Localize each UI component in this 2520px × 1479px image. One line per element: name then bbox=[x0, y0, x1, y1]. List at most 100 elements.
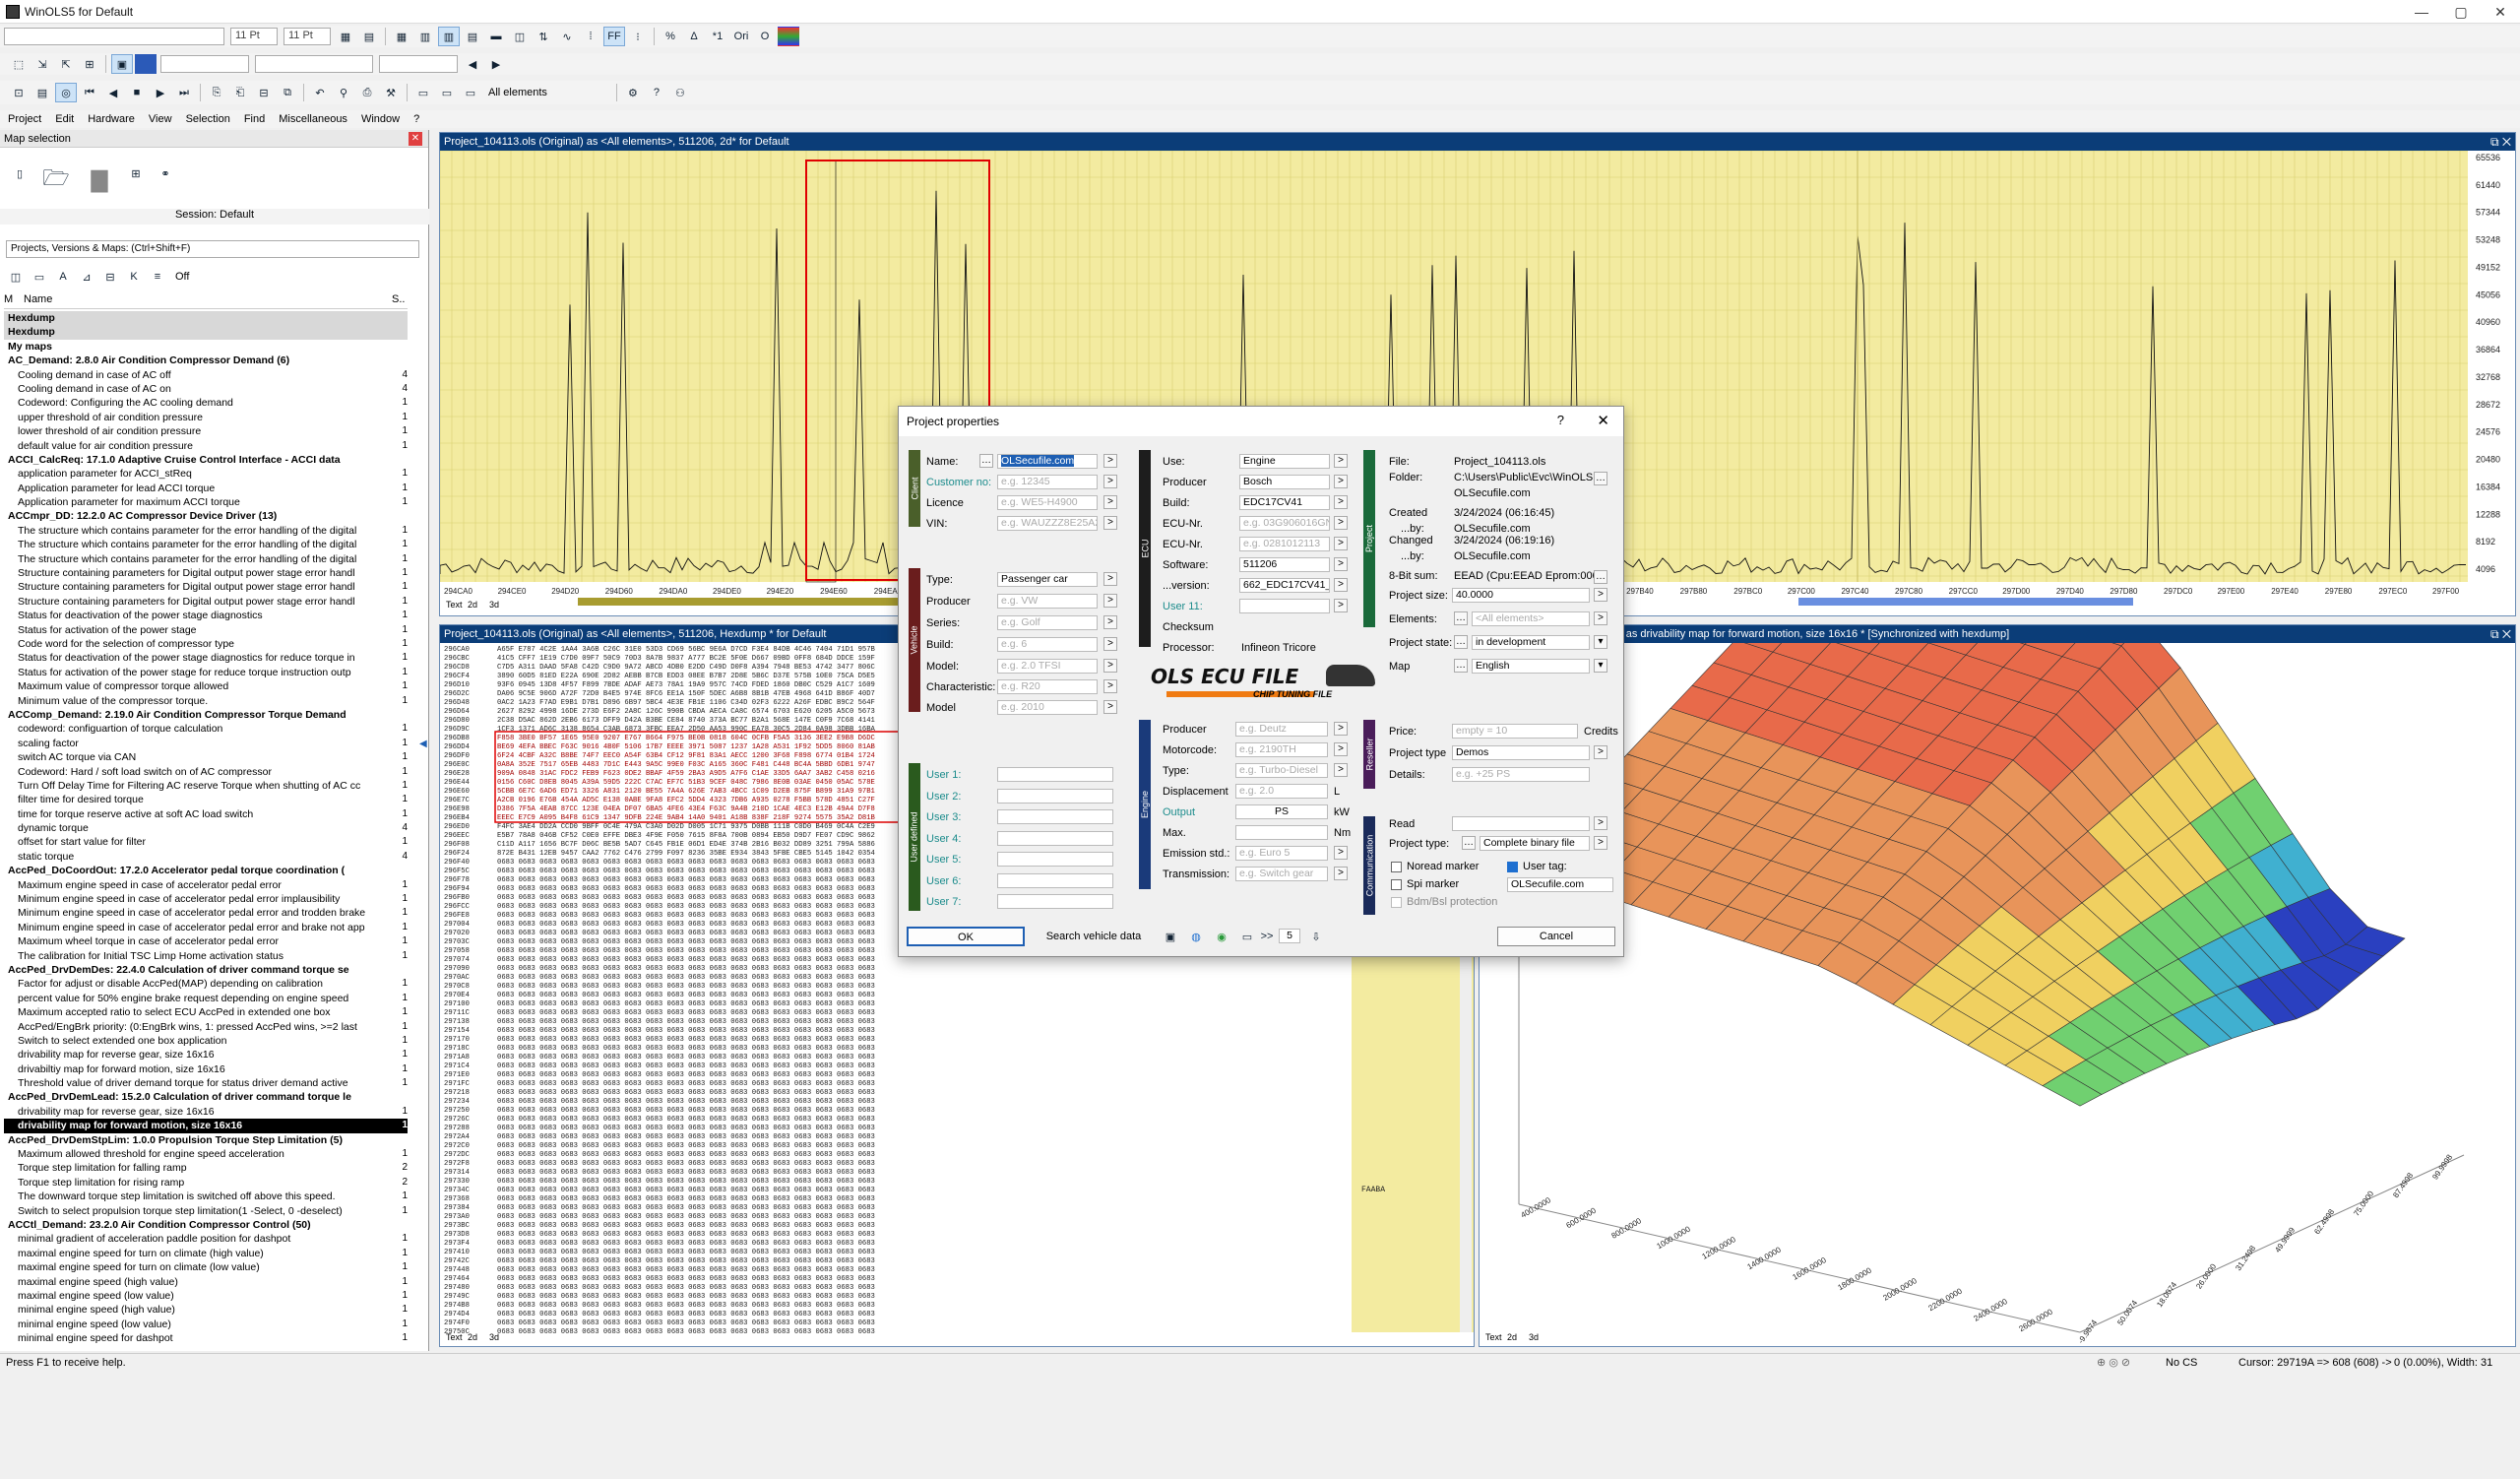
hex-row-values[interactable]: 0AC2 1A23 F7AD E9B1 D7B1 D896 6B97 5BC4 … bbox=[497, 699, 875, 707]
map-row[interactable]: Status for activation of the power stage… bbox=[4, 623, 408, 637]
rows-icon[interactable]: ▤ bbox=[462, 27, 483, 46]
build-go-button[interactable]: > bbox=[1103, 637, 1117, 651]
map-row[interactable]: The structure which contains parameter f… bbox=[4, 552, 408, 566]
map-row[interactable]: maximal engine speed for turn on climate… bbox=[4, 1260, 408, 1274]
filter-icon-2[interactable]: ▭ bbox=[29, 267, 50, 287]
font-size-a[interactable]: 11 Pt bbox=[230, 28, 278, 45]
open-icon[interactable]: ⬚ bbox=[8, 54, 30, 74]
map-row[interactable]: Codeword: Hard / soft load switch on of … bbox=[4, 765, 408, 779]
hilo-icon[interactable]: ⇅ bbox=[533, 27, 554, 46]
software-input[interactable]: 511206 bbox=[1239, 557, 1330, 572]
ecu-producer-input[interactable]: Bosch bbox=[1239, 475, 1330, 489]
price-input[interactable]: empty = 10 bbox=[1452, 724, 1578, 739]
map-3d-plot[interactable]: 60.000400.0000600.0000800.00001000.00001… bbox=[1480, 643, 2515, 1346]
map-row[interactable]: drivability map for forward motion, size… bbox=[4, 1119, 408, 1133]
paste-icon[interactable]: ⎗ bbox=[229, 83, 251, 102]
value-field[interactable] bbox=[160, 55, 249, 73]
hex-row-values[interactable]: 0683 0683 0683 0683 0683 0683 0683 0683 … bbox=[497, 1160, 875, 1168]
hex-row-values[interactable]: EEEC E7C9 A095 B4F8 61C9 1347 9DFB 224E … bbox=[497, 814, 876, 822]
last-icon[interactable]: ⏭ bbox=[173, 83, 195, 102]
hex-row-values[interactable]: 0683 0683 0683 0683 0683 0683 0683 0683 … bbox=[497, 1045, 875, 1053]
build-input[interactable]: e.g. 6 bbox=[997, 637, 1098, 652]
split-icon[interactable]: ◫ bbox=[509, 27, 531, 46]
output-ps-input[interactable]: PS bbox=[1235, 804, 1328, 819]
model-go-button[interactable]: > bbox=[1103, 659, 1117, 673]
engine-producer-go-button[interactable]: > bbox=[1334, 722, 1348, 736]
menu-help[interactable]: ? bbox=[413, 113, 419, 125]
import-icon[interactable]: ⇲ bbox=[32, 54, 53, 74]
map3-icon[interactable]: ▭ bbox=[460, 83, 481, 102]
map-group-row[interactable]: ACCmpr_DD: 12.2.0 AC Compressor Device D… bbox=[4, 509, 408, 523]
bookmark-icon[interactable]: ▤ bbox=[32, 83, 53, 102]
view-tab[interactable]: 3d bbox=[1529, 1332, 1539, 1342]
map-row[interactable]: Cooling demand in case of AC on 4 bbox=[4, 382, 408, 396]
image-icon[interactable]: ▣ bbox=[1160, 927, 1181, 946]
hex-row-values[interactable]: C11D A117 1656 BC7F D06C BE5B 5AD7 C645 … bbox=[497, 841, 875, 849]
size-go-button[interactable]: > bbox=[1594, 588, 1607, 602]
menu-find[interactable]: Find bbox=[244, 113, 265, 125]
map-group-row[interactable]: ACCI_CalcReq: 17.1.0 Adaptive Cruise Con… bbox=[4, 453, 408, 467]
map-group-row[interactable]: ACCtl_Demand: 23.2.0 Air Condition Compr… bbox=[4, 1218, 408, 1232]
view-icon[interactable]: ▣ bbox=[111, 54, 133, 74]
map-row[interactable]: Maximum value of compressor torque allow… bbox=[4, 679, 408, 693]
menu-hardware[interactable]: Hardware bbox=[88, 113, 135, 125]
undo-icon[interactable]: ↶ bbox=[309, 83, 331, 102]
web-icon[interactable]: ◉ bbox=[1211, 927, 1232, 946]
hex-row-values[interactable]: 0683 0683 0683 0683 0683 0683 0683 0683 … bbox=[497, 1311, 875, 1318]
hex-row-values[interactable]: 0683 0683 0683 0683 0683 0683 0683 0683 … bbox=[497, 1204, 875, 1212]
col-name[interactable]: Name bbox=[18, 293, 392, 308]
bars-icon[interactable]: ▬ bbox=[485, 27, 507, 46]
menu-window[interactable]: Window bbox=[361, 113, 400, 125]
hex-row-values[interactable]: 6F24 4CBF A32C B8BE 74F7 EEC0 A54F 63B4 … bbox=[497, 752, 875, 760]
map-row[interactable]: offset for start value for filter 1 bbox=[4, 835, 408, 849]
max-input[interactable] bbox=[1235, 825, 1328, 840]
user-field-input[interactable] bbox=[997, 809, 1113, 824]
orig2-icon[interactable]: O bbox=[754, 27, 776, 46]
link-icon[interactable]: ⚭ bbox=[155, 163, 176, 183]
map-group-row[interactable]: ACComp_Demand: 2.19.0 Air Condition Comp… bbox=[4, 708, 408, 722]
window-3d-buttons[interactable]: ⧉ ✕ bbox=[2490, 625, 2511, 643]
tree-icon[interactable]: ⊞ bbox=[79, 54, 100, 74]
usertag-checkbox[interactable] bbox=[1507, 862, 1518, 872]
user-field-input[interactable] bbox=[997, 767, 1113, 782]
hex-row-values[interactable]: 0683 0683 0683 0683 0683 0683 0683 0683 … bbox=[497, 1213, 875, 1221]
view-tab[interactable]: 2d bbox=[468, 600, 477, 610]
ecu-build-input[interactable]: EDC17CV41 bbox=[1239, 495, 1330, 510]
hex-row-values[interactable]: DA06 9C5E 906D A72F 72D0 B4E5 974E 8FC6 … bbox=[497, 690, 875, 698]
filter-icon-1[interactable]: ◫ bbox=[5, 267, 27, 287]
hex-row-values[interactable]: 0683 0683 0683 0683 0683 0683 0683 0683 … bbox=[497, 1222, 875, 1230]
map-row[interactable]: Application parameter for lead ACCI torq… bbox=[4, 482, 408, 495]
col-s[interactable]: S.. bbox=[392, 293, 405, 308]
dots-icon[interactable]: ⁝ bbox=[627, 27, 649, 46]
map-row[interactable]: scaling factor 1 bbox=[4, 737, 408, 750]
map-row[interactable]: static torque 4 bbox=[4, 850, 408, 864]
hex-row-values[interactable]: 0683 0683 0683 0683 0683 0683 0683 0683 … bbox=[497, 983, 875, 991]
read-input[interactable] bbox=[1452, 816, 1590, 831]
map-row[interactable]: minimal gradient of acceleration paddle … bbox=[4, 1232, 408, 1246]
characteristic-go-button[interactable]: > bbox=[1103, 679, 1117, 693]
hex-row-values[interactable]: 0683 0683 0683 0683 0683 0683 0683 0683 … bbox=[497, 903, 875, 911]
folder-open-button[interactable]: … bbox=[1594, 472, 1607, 485]
view-tab[interactable]: Text bbox=[1485, 1332, 1502, 1342]
hex-row-values[interactable]: 0683 0683 0683 0683 0683 0683 0683 0683 … bbox=[497, 1071, 875, 1079]
ecu-nr-go-button[interactable]: > bbox=[1334, 516, 1348, 530]
map2-icon[interactable]: ▭ bbox=[436, 83, 458, 102]
projects-filter-combo[interactable]: Projects, Versions & Maps: (Ctrl+Shift+F… bbox=[6, 240, 419, 258]
hex-row-values[interactable]: 0683 0683 0683 0683 0683 0683 0683 0683 … bbox=[497, 1125, 875, 1132]
vin-input[interactable]: e.g. WAUZZZ8E25A23 bbox=[997, 516, 1098, 531]
hex-row-values[interactable]: 0683 0683 0683 0683 0683 0683 0683 0683 … bbox=[497, 1328, 875, 1336]
hex-row-values[interactable]: 0683 0683 0683 0683 0683 0683 0683 0683 … bbox=[497, 1098, 875, 1106]
user-field-input[interactable] bbox=[997, 830, 1113, 846]
hex-row-values[interactable]: 0683 0683 0683 0683 0683 0683 0683 0683 … bbox=[497, 1151, 875, 1159]
user11-go-button[interactable]: > bbox=[1334, 599, 1348, 612]
hex-row-values[interactable]: F4FC 3AE4 DD2A CCD0 9BFF 0C4E 479A C3A0 … bbox=[497, 823, 875, 831]
folder-grey-icon[interactable]: ▇ bbox=[82, 163, 117, 197]
menu-miscellaneous[interactable]: Miscellaneous bbox=[279, 113, 347, 125]
hex-row-values[interactable]: 0683 0683 0683 0683 0683 0683 0683 0683 … bbox=[497, 1062, 875, 1070]
licence-input[interactable]: e.g. WE5-H4900 bbox=[997, 495, 1098, 510]
name-input[interactable]: OLSecufile.com bbox=[997, 454, 1098, 469]
map-row[interactable]: codeword: configuartion of torque calcul… bbox=[4, 722, 408, 736]
multiply-icon[interactable]: *1 bbox=[707, 27, 728, 46]
map-group-row[interactable]: Hexdump bbox=[4, 325, 408, 340]
hex-row-values[interactable]: 0683 0683 0683 0683 0683 0683 0683 0683 … bbox=[497, 894, 875, 902]
